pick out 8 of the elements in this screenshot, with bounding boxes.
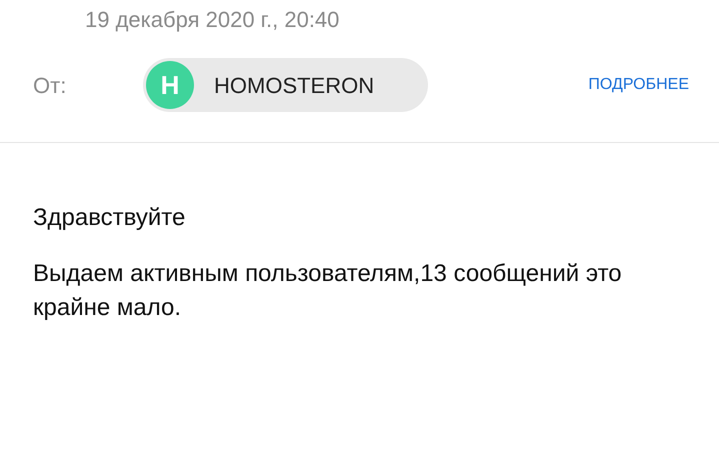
from-label: От: xyxy=(33,72,68,100)
details-link[interactable]: ПОДРОБНЕЕ xyxy=(588,73,689,97)
sender-chip[interactable]: H HOMOSTERON xyxy=(143,58,428,112)
sender-avatar: H xyxy=(146,61,194,109)
message-paragraph: Выдаем активным пользователям,13 сообщений это крайне мало. xyxy=(33,259,623,323)
sender-name: HOMOSTERON xyxy=(214,72,374,100)
message-paragraph: Здравствуйте xyxy=(33,203,186,233)
date-text: 19 декабря 2020 г., 20:40 xyxy=(85,7,340,32)
